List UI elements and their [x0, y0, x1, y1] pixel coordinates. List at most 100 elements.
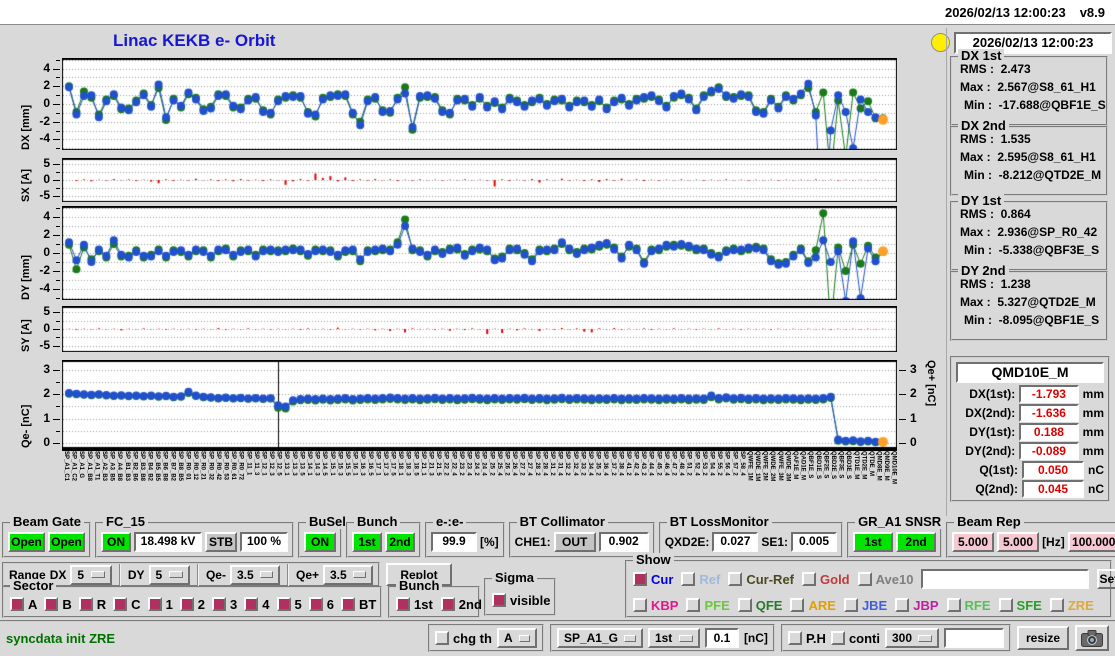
bpm-name-label: QWFE_2M [761, 451, 768, 481]
bunch-checkbox-1st[interactable]: 1st [396, 597, 433, 612]
bunch-checkbox-2nd[interactable]: 2nd [440, 597, 482, 612]
bpm-name-label: SP_B5_B5 [154, 451, 161, 482]
monitor-row-value: -1.636 [1019, 404, 1079, 422]
sector-checkbox-4[interactable]: 4 [244, 596, 270, 612]
gr-a1-1st-button[interactable]: 1st [853, 532, 894, 552]
fc15-percent-value: 100 % [240, 532, 288, 552]
bpm-name-label: SP_A1_C1 [63, 451, 69, 482]
bpm-select[interactable]: SP_A1_G [556, 628, 643, 648]
bpm-name-label: SP_31_2 [549, 451, 555, 476]
axis-tick [56, 139, 60, 140]
bpm-name-label: SP_28_2 [533, 451, 540, 476]
gr-a1-2nd-button[interactable]: 2nd [896, 532, 937, 552]
busel-on-button[interactable]: ON [304, 532, 336, 552]
show-checkbox-gold[interactable]: Gold [802, 572, 850, 587]
beam-rep-duty-value: 100.000 [1067, 532, 1115, 552]
sector-checkbox-6[interactable]: 6 [308, 597, 334, 612]
show-checkbox-cur-ref[interactable]: Cur-Ref [728, 572, 794, 587]
range-dy-select[interactable]: 5 [148, 564, 190, 585]
show-checkbox-kbp[interactable]: KBP [633, 598, 678, 613]
bpm-name-label: SP_14_5 [321, 451, 328, 476]
checkbox-label: 4 [262, 596, 270, 612]
axis-tick [56, 419, 60, 420]
show-checkbox-ref[interactable]: Ref [681, 572, 720, 587]
show-checkbox-sfe[interactable]: SFE [998, 598, 1042, 613]
charge-threshold-input[interactable] [704, 628, 739, 648]
che1-out-button[interactable]: OUT [553, 532, 596, 552]
bpm-name-label: SP_16_1 [351, 451, 358, 476]
range-dy-value: 5 [155, 567, 163, 582]
sector-checkbox-bt[interactable]: BT [340, 596, 377, 612]
sector-checkbox-5[interactable]: 5 [276, 597, 302, 612]
chg-th-checkbox[interactable]: chg th [434, 631, 492, 646]
resize-button[interactable]: resize [1017, 626, 1069, 650]
ph-label: P.H [805, 630, 826, 646]
fc15-label: FC_15 [103, 515, 149, 529]
sector-checkbox-3[interactable]: 3 [212, 597, 237, 612]
monitor-row-label: Q(1st): [979, 463, 1018, 477]
bpm-name-label: SP_A1_G [78, 451, 85, 479]
monitor-row-value: 0.050 [1022, 461, 1084, 479]
show-checkbox-qfe[interactable]: QFE [737, 598, 782, 613]
extra-input[interactable] [944, 628, 1004, 648]
y-tick-label: 0 [43, 245, 50, 259]
bunch-order-select[interactable]: 1st [647, 628, 700, 648]
window-titlebar: 2026/02/13 12:00:23 v8.9 [0, 0, 1115, 25]
min-value: -8.095@QBF1E_S [998, 313, 1100, 327]
checkbox-indicator [276, 597, 291, 611]
range-qe-minus-select[interactable]: 3.5 [229, 564, 280, 585]
dx-plot-canvas [62, 58, 897, 150]
y-tick-label: 5 [43, 156, 50, 170]
bunch-2nd-button[interactable]: 2nd [385, 532, 415, 552]
bpm-name-label: SP_48_4 [678, 451, 685, 476]
ee-ratio-label: e-:e- [433, 515, 467, 529]
threshold-select[interactable]: A [496, 628, 537, 648]
show-checkbox-rfe[interactable]: RFE [946, 598, 991, 613]
screenshot-button[interactable] [1075, 625, 1109, 651]
sector-checkbox-1[interactable]: 1 [147, 597, 173, 612]
ref-name-input[interactable] [921, 569, 1090, 589]
stats-dx-1st: DX 1st RMS : 2.473 Max : 2.567@S8_61_H1 … [950, 49, 1108, 126]
monitor-row-value: -1.793 [1019, 385, 1079, 403]
points-select[interactable]: 300 [885, 628, 939, 648]
monitor-row-unit: mm [1082, 425, 1104, 439]
bpm-name-label: SP_R0_72 [237, 451, 244, 481]
bpm-name-label: SP_16_3 [359, 451, 366, 476]
show-checkbox-cur[interactable]: Cur [633, 572, 673, 587]
show-checkbox-jbe[interactable]: JBE [843, 598, 887, 613]
status-message: syncdata init ZRE [6, 630, 116, 646]
show-checkbox-ave10[interactable]: Ave10 [857, 572, 913, 587]
sigma-visible-checkbox[interactable]: visible [492, 593, 550, 608]
checkbox-label: A [28, 596, 38, 612]
se1-label: SE1: [761, 535, 789, 549]
bpm-name-label: SP_B6_B8 [161, 451, 168, 482]
bpm-x-axis-labels: SP_A1_C1 SP_A1_C2 SP_A1_G SP_A1_B8 SP_A1_T1 S… [62, 451, 897, 513]
sector-checkbox-r[interactable]: R [78, 597, 106, 612]
show-checkbox-pfe[interactable]: PFE [686, 598, 730, 613]
show-checkbox-jbp[interactable]: JBP [895, 598, 939, 613]
che1-label: CHE1: [514, 535, 551, 549]
range-dx-select[interactable]: 5 [70, 564, 112, 585]
bpm-name-label: SP_B3_B8 [138, 451, 145, 482]
sector-checkbox-2[interactable]: 2 [179, 597, 205, 612]
beam-gate-open-2-button[interactable]: Open [48, 532, 85, 552]
monitor-row-value: -0.089 [1019, 442, 1079, 460]
show-checkbox-zre[interactable]: ZRE [1049, 598, 1094, 613]
range-qe-plus-select[interactable]: 3.5 [323, 564, 373, 585]
beam-gate-open-1-button[interactable]: Open [8, 532, 45, 552]
axis-tick [56, 443, 60, 444]
checkbox-label: BT [358, 596, 377, 612]
sector-checkbox-b[interactable]: B [44, 597, 72, 612]
rms-value: 1.238 [1000, 277, 1031, 291]
fc15-stb-button[interactable]: STB [205, 532, 237, 552]
sector-checkbox-a[interactable]: A [10, 597, 37, 612]
sector-checkbox-c[interactable]: C [113, 597, 141, 612]
set-ref-button[interactable]: Set Ref [1097, 569, 1115, 589]
bpm-name-label: SP_B7_B2 [169, 451, 176, 482]
ph-checkbox[interactable]: P.H [787, 630, 826, 646]
bunch-1st-button[interactable]: 1st [352, 532, 382, 552]
show-checkbox-are[interactable]: ARE [790, 598, 836, 613]
fc15-on-button[interactable]: ON [101, 532, 131, 552]
gr-a1-snsr-group: GR_A1 SNSR 1st 2nd [847, 515, 945, 558]
conti-checkbox[interactable]: conti [830, 631, 880, 646]
